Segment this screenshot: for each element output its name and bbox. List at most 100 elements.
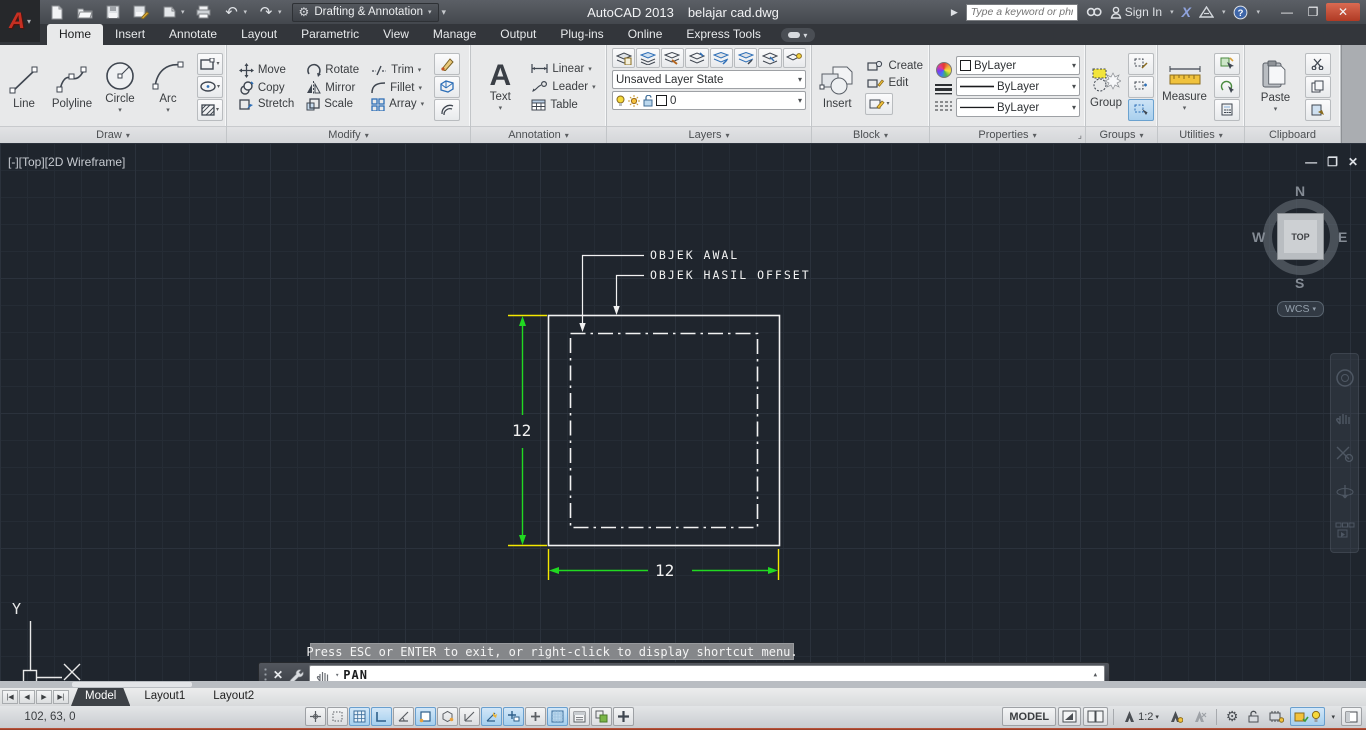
sign-in-caret-icon[interactable]: ▾ bbox=[1170, 8, 1174, 16]
tab-output[interactable]: Output bbox=[488, 24, 548, 45]
minimize-button[interactable]: — bbox=[1274, 3, 1300, 21]
autodesk360-icon[interactable] bbox=[1199, 6, 1214, 18]
panel-label-properties[interactable]: Properties▾ ⌟ bbox=[930, 126, 1085, 143]
clean-screen-button[interactable] bbox=[1341, 707, 1362, 726]
tab-manage[interactable]: Manage bbox=[421, 24, 488, 45]
object-color-dropdown[interactable]: ByLayer ▾ bbox=[956, 56, 1080, 75]
outer-square[interactable] bbox=[549, 316, 780, 546]
layer-lock-button[interactable] bbox=[734, 48, 757, 68]
exchange-apps-icon[interactable]: X bbox=[1182, 4, 1191, 20]
isolate-objects-button[interactable] bbox=[1290, 707, 1325, 726]
layer-match-button[interactable] bbox=[758, 48, 781, 68]
tab-insert[interactable]: Insert bbox=[103, 24, 157, 45]
group-selection-toggle[interactable] bbox=[1128, 99, 1154, 121]
line-button[interactable]: Line bbox=[3, 62, 45, 112]
annotation-scale-button[interactable]: 1:2 ▾ bbox=[1119, 707, 1163, 726]
grid-display-toggle[interactable] bbox=[349, 707, 370, 726]
hardware-acceleration-button[interactable] bbox=[1265, 707, 1288, 726]
panel-label-utilities[interactable]: Utilities▾ bbox=[1158, 126, 1244, 143]
panel-label-annotation[interactable]: Annotation▾ bbox=[471, 126, 606, 143]
edit-attributes-button[interactable]: ▾ bbox=[865, 93, 893, 115]
tab-layout[interactable]: Layout bbox=[229, 24, 289, 45]
layer-off-button[interactable] bbox=[661, 48, 684, 68]
rotate-button[interactable]: Rotate bbox=[304, 62, 361, 79]
edit-block-button[interactable]: Edit bbox=[865, 76, 910, 90]
annotation-visibility-button[interactable] bbox=[1165, 707, 1187, 726]
tab-layout2[interactable]: Layout2 bbox=[199, 688, 268, 706]
help-icon[interactable]: ? bbox=[1233, 5, 1248, 20]
panel-label-layers[interactable]: Layers▾ bbox=[607, 126, 811, 143]
command-close-icon[interactable]: ✕ bbox=[273, 668, 283, 682]
rectangle-button[interactable]: ▾ bbox=[197, 53, 223, 75]
cut-button[interactable] bbox=[1305, 53, 1331, 75]
inner-offset-square[interactable] bbox=[571, 334, 758, 528]
panel-label-block[interactable]: Block▾ bbox=[812, 126, 929, 143]
scrollbar-thumb[interactable] bbox=[72, 682, 192, 687]
search-input[interactable] bbox=[966, 4, 1078, 21]
next-tab-button[interactable]: ▶ bbox=[36, 690, 52, 704]
redo-caret-icon[interactable]: ▾ bbox=[278, 8, 282, 16]
properties-dialog-launcher-icon[interactable]: ⌟ bbox=[1078, 130, 1082, 141]
panel-label-draw[interactable]: Draw▾ bbox=[0, 126, 226, 143]
scale-button[interactable]: Scale bbox=[304, 97, 361, 112]
ungroup-button[interactable] bbox=[1128, 53, 1154, 75]
dynamic-ucs-toggle[interactable] bbox=[481, 707, 502, 726]
object-snap-toggle[interactable] bbox=[415, 707, 436, 726]
new-file-icon[interactable] bbox=[48, 3, 66, 21]
status-overflow-caret-icon[interactable]: ▾ bbox=[1327, 707, 1339, 726]
paste-button[interactable]: Paste ▾ bbox=[1255, 58, 1297, 115]
3d-object-snap-toggle[interactable] bbox=[437, 707, 458, 726]
first-tab-button[interactable]: |◀ bbox=[2, 690, 18, 704]
model-space-button[interactable]: MODEL bbox=[1002, 707, 1056, 726]
autodesk360-caret-icon[interactable]: ▾ bbox=[1222, 8, 1226, 16]
undo-caret-icon[interactable]: ▾ bbox=[244, 8, 248, 16]
undo-icon[interactable]: ↶ bbox=[223, 3, 241, 21]
circle-button[interactable]: Circle ▾ bbox=[99, 57, 141, 116]
tab-plugins[interactable]: Plug-ins bbox=[548, 24, 615, 45]
workspace-dropdown[interactable]: ⚙ Drafting & Annotation ▾ bbox=[292, 3, 439, 22]
group-button[interactable]: Group bbox=[1089, 63, 1123, 111]
tab-layout1[interactable]: Layout1 bbox=[130, 688, 199, 706]
polyline-button[interactable]: Polyline bbox=[51, 62, 93, 112]
search-icon[interactable] bbox=[1086, 6, 1102, 19]
arc-button[interactable]: Arc ▾ bbox=[147, 57, 189, 116]
horizontal-scrollbar[interactable] bbox=[0, 681, 1366, 688]
plot-icon[interactable] bbox=[160, 3, 178, 21]
panel-label-groups[interactable]: Groups▾ bbox=[1086, 126, 1157, 143]
tab-online[interactable]: Online bbox=[616, 24, 675, 45]
restore-button[interactable]: ❐ bbox=[1300, 3, 1326, 21]
transparency-toggle[interactable] bbox=[547, 707, 568, 726]
last-tab-button[interactable]: ▶| bbox=[53, 690, 69, 704]
command-history-caret-icon[interactable]: ▴ bbox=[1093, 670, 1098, 680]
paste-special-button[interactable] bbox=[1305, 99, 1331, 121]
dynamic-input-toggle[interactable] bbox=[503, 707, 524, 726]
quick-calc-cursor-button[interactable] bbox=[1214, 76, 1240, 98]
copy-clip-button[interactable] bbox=[1305, 76, 1331, 98]
group-edit-button[interactable] bbox=[1128, 76, 1154, 98]
layer-walk-button[interactable] bbox=[783, 48, 806, 68]
lineweight-dropdown[interactable]: ByLayer ▾ bbox=[956, 77, 1080, 96]
move-button[interactable]: Move bbox=[237, 62, 296, 79]
array-button[interactable]: Array ▾ bbox=[369, 97, 426, 112]
create-block-button[interactable]: Create bbox=[865, 59, 925, 73]
prev-tab-button[interactable]: ◀ bbox=[19, 690, 35, 704]
tab-view[interactable]: View bbox=[371, 24, 421, 45]
trim-button[interactable]: Trim ▾ bbox=[369, 63, 426, 78]
copy-button[interactable]: Copy bbox=[237, 80, 296, 96]
save-icon[interactable] bbox=[104, 3, 122, 21]
object-snap-tracking-toggle[interactable] bbox=[459, 707, 480, 726]
infocenter-collapse-icon[interactable]: ▶ bbox=[951, 7, 958, 18]
redo-icon[interactable]: ↷ bbox=[257, 3, 275, 21]
linear-dimension-button[interactable]: Linear ▾ bbox=[529, 62, 597, 76]
insert-block-button[interactable]: Insert bbox=[816, 62, 858, 112]
layer-isolate-button[interactable] bbox=[685, 48, 708, 68]
lineweight-display-toggle[interactable] bbox=[525, 707, 546, 726]
hatch-button[interactable]: ▾ bbox=[197, 99, 223, 121]
annotation-monitor-toggle[interactable] bbox=[613, 707, 634, 726]
text-button[interactable]: A Text ▾ bbox=[479, 59, 521, 114]
tab-express-tools[interactable]: Express Tools bbox=[674, 24, 772, 45]
explode-button[interactable] bbox=[434, 76, 460, 98]
polar-tracking-toggle[interactable] bbox=[393, 707, 414, 726]
print-icon[interactable] bbox=[195, 3, 213, 21]
command-grip-handle[interactable] bbox=[263, 667, 268, 682]
